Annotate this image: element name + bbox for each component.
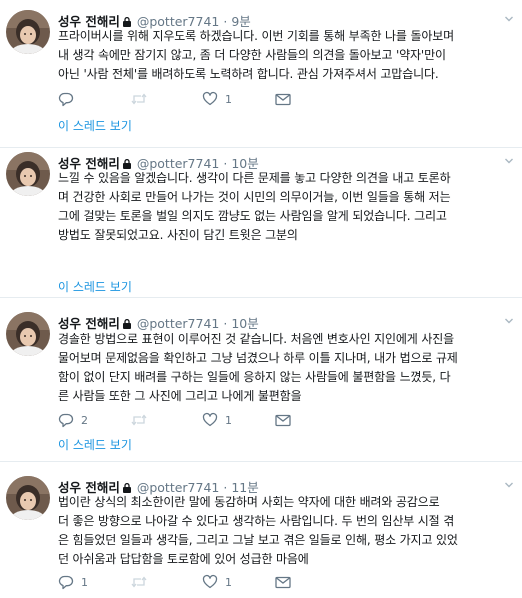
direct-message-button[interactable]: [274, 573, 292, 591]
reply-icon: [58, 92, 74, 107]
tweet[interactable]: 성우 전해리 @potter7741 · 9분 프라이버시를 위해 지우도록 하…: [0, 0, 522, 148]
envelope-icon: [275, 576, 291, 589]
show-thread-link[interactable]: 이 스레드 보기: [58, 278, 132, 295]
avatar[interactable]: [6, 152, 50, 196]
avatar[interactable]: [6, 476, 50, 520]
chevron-down-icon[interactable]: [504, 316, 514, 326]
retweet-icon: [131, 576, 147, 588]
like-count: 1: [225, 413, 232, 427]
retweet-button[interactable]: [130, 411, 155, 429]
tweet-text: 느낄 수 있음을 알겠습니다. 생각이 다른 문제를 놓고 다양한 의견을 내고…: [58, 171, 451, 242]
like-button[interactable]: 1: [202, 90, 232, 108]
tweet-feed: 성우 전해리 @potter7741 · 9분 프라이버시를 위해 지우도록 하…: [0, 0, 522, 598]
like-count: 1: [225, 92, 232, 106]
tweet-text: 프라이버시를 위해 지우도록 하겠습니다. 이번 기회를 통해 부족한 나를 돌…: [58, 29, 455, 81]
show-thread-link[interactable]: 이 스레드 보기: [58, 436, 132, 453]
user-name[interactable]: 성우 전해리: [58, 316, 120, 331]
envelope-icon: [275, 93, 291, 106]
reply-button[interactable]: [58, 90, 81, 108]
tweet-text: 법이란 상식의 최소한이란 말에 동감하며 사회는 약자에 대한 배려와 공감으…: [58, 495, 458, 566]
avatar-image: [6, 152, 50, 196]
avatar-image: [6, 476, 50, 520]
chevron-down-icon[interactable]: [504, 14, 514, 24]
tweet[interactable]: 성우 전해리 @potter7741 · 10분 느낄 수 있음을 알겠습니다.…: [0, 148, 522, 298]
retweet-icon: [131, 414, 147, 426]
avatar-image: [6, 10, 50, 54]
avatar[interactable]: [6, 312, 50, 356]
heart-icon: [202, 574, 218, 589]
tweet[interactable]: 성우 전해리 @potter7741 · 10분 경솔한 방법으로 표현이 이루…: [0, 298, 522, 462]
separator: ·: [223, 316, 228, 331]
like-count: 1: [225, 575, 232, 589]
reply-button[interactable]: 2: [58, 411, 88, 429]
reply-count: 2: [81, 413, 88, 427]
chevron-down-icon[interactable]: [504, 156, 514, 166]
envelope-icon: [275, 414, 291, 427]
reply-icon: [58, 575, 74, 590]
avatar[interactable]: [6, 10, 50, 54]
retweet-icon: [131, 93, 147, 105]
retweet-button[interactable]: [130, 90, 155, 108]
tweet-timestamp[interactable]: 10분: [231, 316, 258, 331]
direct-message-button[interactable]: [274, 90, 292, 108]
chevron-down-icon[interactable]: [504, 480, 514, 490]
direct-message-button[interactable]: [274, 411, 292, 429]
heart-icon: [202, 412, 218, 427]
heart-icon: [202, 91, 218, 106]
tweet[interactable]: 성우 전해리 @potter7741 · 11분 법이란 상식의 최소한이란 말…: [0, 462, 522, 598]
like-button[interactable]: 1: [202, 573, 232, 591]
tweet-text: 경솔한 방법으로 표현이 이루어진 것 같습니다. 처음엔 변호사인 지인에게 …: [58, 332, 458, 403]
user-handle[interactable]: @potter7741: [137, 316, 220, 331]
retweet-button[interactable]: [130, 573, 155, 591]
avatar-image: [6, 312, 50, 356]
reply-icon: [58, 413, 74, 428]
show-thread-link[interactable]: 이 스레드 보기: [58, 117, 132, 134]
like-button[interactable]: 1: [202, 411, 232, 429]
reply-count: 1: [81, 575, 88, 589]
reply-button[interactable]: 1: [58, 573, 88, 591]
